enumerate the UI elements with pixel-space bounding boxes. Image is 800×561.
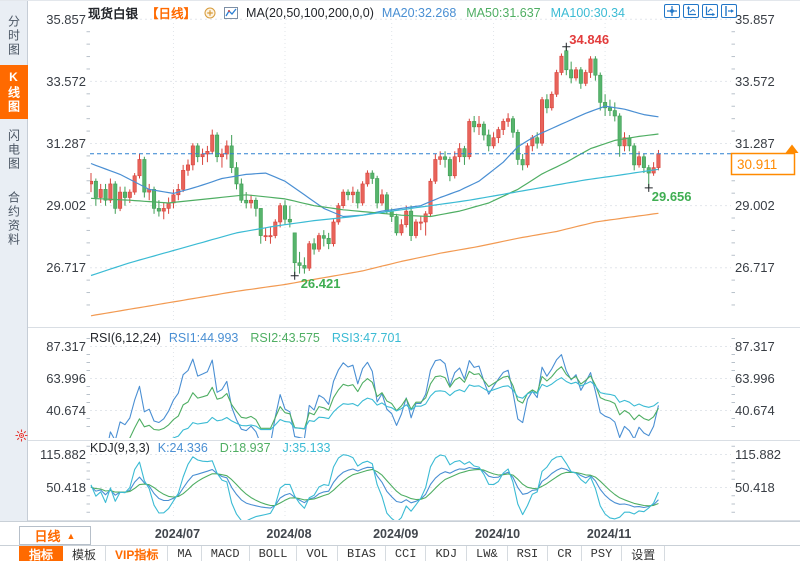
kdj-values: K:24.336 D:18.937 J:35.133 <box>158 441 331 455</box>
kdj-pane-header: KDJ(9,3,3) K:24.336 D:18.937 J:35.133 <box>90 441 331 455</box>
svg-text:115.882: 115.882 <box>735 447 781 462</box>
toolbar-item-9[interactable]: CCI <box>386 546 427 561</box>
svg-text:33.572: 33.572 <box>46 74 86 89</box>
svg-text:31.287: 31.287 <box>46 136 86 151</box>
svg-text:26.421: 26.421 <box>301 276 341 291</box>
ma-value-3: MA100:30.34 <box>550 5 625 20</box>
indicator-chart-icon[interactable] <box>224 6 239 19</box>
axis-scale-up-icon[interactable] <box>683 4 699 18</box>
rsi-value-2: RSI2:43.575 <box>250 331 320 345</box>
svg-text:29.002: 29.002 <box>46 198 86 213</box>
toolbar-item-3[interactable]: VIP指标 <box>106 546 169 561</box>
toolbar-item-14[interactable]: PSY <box>582 546 623 561</box>
rsi-value-1: RSI1:44.993 <box>168 331 239 345</box>
svg-text:50.418: 50.418 <box>46 480 86 495</box>
period-selector[interactable]: 日线 ▲ <box>19 526 91 545</box>
rsi-value-3: RSI3:47.701 <box>331 331 402 345</box>
svg-text:63.996: 63.996 <box>735 371 775 386</box>
toolbar-item-6[interactable]: BOLL <box>250 546 298 561</box>
axis-scale-right-icon[interactable] <box>702 4 718 18</box>
svg-text:26.717: 26.717 <box>46 260 86 275</box>
svg-text:115.882: 115.882 <box>40 447 86 462</box>
svg-text:50.418: 50.418 <box>735 480 775 495</box>
toolbar-item-5[interactable]: MACD <box>202 546 250 561</box>
month-label-2: 2024/08 <box>266 527 312 541</box>
rsi-params-label: RSI(6,12,24) <box>90 331 161 345</box>
triangle-up-icon: ▲ <box>66 530 76 541</box>
month-label-1: 2024/07 <box>154 527 201 541</box>
toolbar-item-2[interactable]: 模板 <box>63 546 107 561</box>
svg-text:29.002: 29.002 <box>735 198 775 213</box>
toolbar-item-10[interactable]: KDJ <box>426 546 468 561</box>
svg-text:87.317: 87.317 <box>46 339 86 354</box>
crosshair-icon[interactable] <box>664 4 680 18</box>
month-label-5: 2024/11 <box>586 527 632 541</box>
toolbar-item-4[interactable]: MA <box>168 546 202 561</box>
period-selector-label: 日线 <box>34 529 61 544</box>
kdj-value-2: D:18.937 <box>219 441 271 455</box>
toolbar-item-11[interactable]: LW& <box>467 546 508 561</box>
ma-value-1: MA20:32.268 <box>381 5 457 20</box>
svg-text:40.674: 40.674 <box>735 403 775 418</box>
kdj-value-3: J:35.133 <box>282 441 331 455</box>
time-axis-row: 日线 ▲ 2024/07 2024/08 2024/09 2024/10 2024/11 <box>0 521 800 545</box>
toolbar-item-7[interactable]: VOL <box>297 546 339 561</box>
month-label-3: 2024/09 <box>373 527 419 541</box>
rsi-values: RSI1:44.993 RSI2:43.575 RSI3:47.701 <box>169 331 402 345</box>
period-badge: 【日线】 <box>146 7 197 21</box>
chart-tool-icons <box>664 4 737 18</box>
ma-params-label: MA(20,50,100,200,0,0) <box>246 5 374 20</box>
svg-text:40.674: 40.674 <box>46 403 86 418</box>
rsi-pane-header: RSI(6,12,24) RSI1:44.993 RSI2:43.575 RSI3:… <box>90 331 401 345</box>
kdj-params-label: KDJ(9,3,3) <box>90 441 150 455</box>
svg-text:29.656: 29.656 <box>652 189 692 204</box>
main-chart-header: 现货白银 【日线】 MA(20,50,100,200,0,0) MA20:32.… <box>88 3 625 22</box>
month-label-4: 2024/10 <box>474 527 521 541</box>
circle-plus-icon[interactable] <box>204 7 216 19</box>
toolbar-item-15[interactable]: 设置 <box>622 546 666 561</box>
flash-quote-icon[interactable] <box>15 429 28 447</box>
svg-text:35.857: 35.857 <box>735 12 775 27</box>
goto-latest-icon[interactable] <box>721 4 737 18</box>
toolbar-item-13[interactable]: CR <box>548 546 582 561</box>
svg-text:26.717: 26.717 <box>735 260 775 275</box>
svg-text:35.857: 35.857 <box>46 12 86 27</box>
svg-text:33.572: 33.572 <box>735 74 775 89</box>
ma-values: MA20:32.268 MA50:31.637 MA100:30.34 <box>382 6 625 20</box>
trading-chart-window: 分时图 K线图 闪电图 合约资料 35.857 35.857 33.572 33.572 31… <box>0 0 800 561</box>
indicator-toolbar: 指标 模板 VIP指标 MA MACD BOLL VOL BIAS CCI KDJ LW& RSI CR… <box>0 545 800 561</box>
symbol-name: 现货白银 <box>88 7 139 21</box>
svg-text:34.846: 34.846 <box>569 32 609 47</box>
svg-text:63.996: 63.996 <box>46 371 86 386</box>
toolbar-item-8[interactable]: BIAS <box>338 546 386 561</box>
svg-text:30.911: 30.911 <box>737 157 777 172</box>
toolbar-item-1[interactable]: 指标 <box>19 546 64 561</box>
kdj-value-1: K:24.336 <box>157 441 208 455</box>
svg-text:31.287: 31.287 <box>735 136 775 151</box>
ma-value-2: MA50:31.637 <box>466 5 541 20</box>
svg-text:87.317: 87.317 <box>735 339 775 354</box>
toolbar-item-12[interactable]: RSI <box>508 546 549 561</box>
